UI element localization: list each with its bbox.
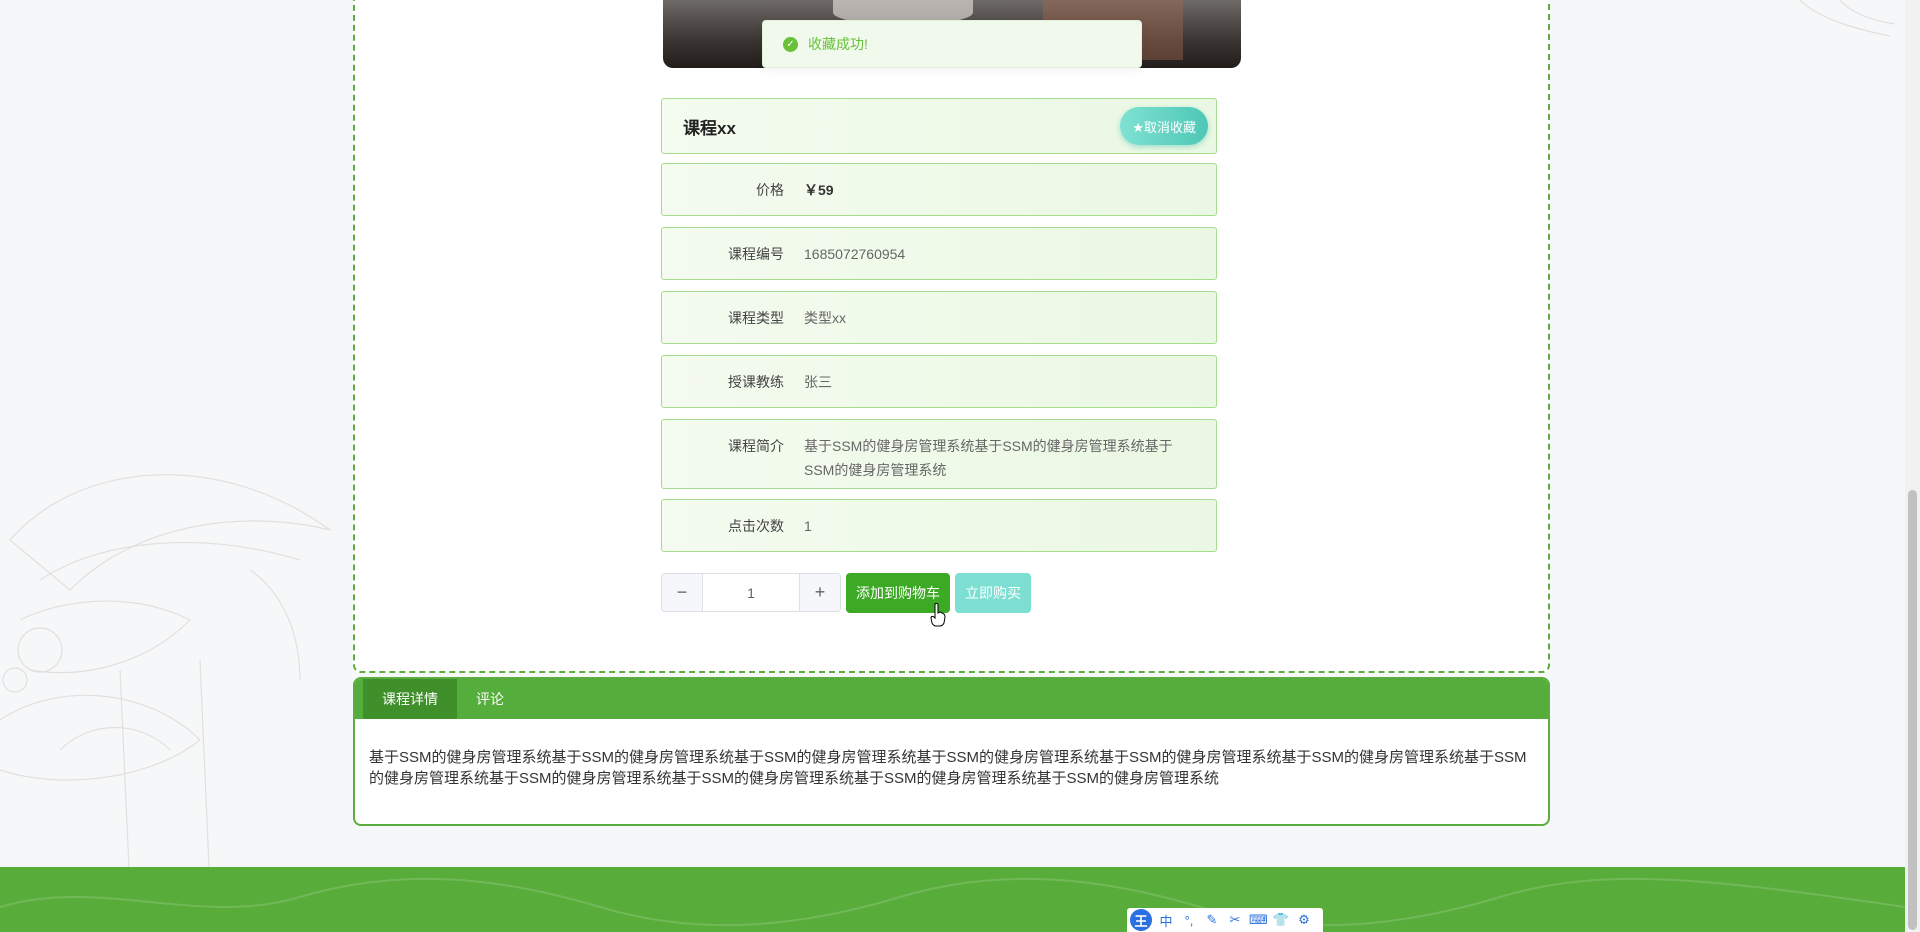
- field-row-coach: 授课教练 张三: [661, 355, 1217, 408]
- field-row-course-id: 课程编号 1685072760954: [661, 227, 1217, 280]
- ime-logo-icon[interactable]: 王: [1130, 909, 1152, 931]
- detail-content: 基于SSM的健身房管理系统基于SSM的健身房管理系统基于SSM的健身房管理系统基…: [369, 749, 1527, 787]
- quantity-increase-button[interactable]: +: [799, 574, 840, 611]
- quantity-input[interactable]: [703, 574, 799, 611]
- toast-message: 收藏成功!: [808, 36, 868, 52]
- tab-comments[interactable]: 评论: [457, 679, 523, 719]
- unfavorite-button[interactable]: ★取消收藏: [1120, 107, 1208, 145]
- hand-cursor-icon: [930, 603, 946, 627]
- check-circle-icon: ✓: [783, 36, 798, 52]
- field-value-course-type: 类型xx: [804, 309, 846, 326]
- detail-tabs: 课程详情 评论: [355, 679, 1548, 719]
- scrollbar-thumb[interactable]: [1908, 490, 1917, 930]
- ime-punctuation-icon[interactable]: °,: [1180, 913, 1198, 928]
- field-label: 点击次数: [728, 517, 784, 534]
- page-footer: [0, 867, 1905, 932]
- field-row-intro: 课程简介 基于SSM的健身房管理系统基于SSM的健身房管理系统基于SSM的健身房…: [661, 419, 1217, 489]
- field-value-clicks: 1: [804, 517, 812, 534]
- ime-settings-icon[interactable]: ⚙: [1295, 912, 1313, 928]
- ime-scissors-icon[interactable]: ✂: [1226, 912, 1244, 928]
- field-row-clicks: 点击次数 1: [661, 499, 1217, 552]
- field-value-price: ￥59: [804, 181, 834, 198]
- tab-course-detail[interactable]: 课程详情: [363, 679, 457, 719]
- ime-keyboard-icon[interactable]: ⌨: [1249, 912, 1268, 928]
- field-row-price: 价格 ￥59: [661, 163, 1217, 216]
- buy-now-button[interactable]: 立即购买: [955, 573, 1031, 613]
- success-toast: ✓ 收藏成功!: [762, 20, 1142, 68]
- field-value-intro: 基于SSM的健身房管理系统基于SSM的健身房管理系统基于SSM的健身房管理系统: [804, 438, 1173, 478]
- field-value-coach: 张三: [804, 373, 832, 390]
- ime-mode-toggle[interactable]: 中: [1157, 911, 1175, 930]
- course-title-row: 课程xx ★取消收藏: [661, 98, 1217, 154]
- ime-toolbar: 王 中 °, ✎ ✂ ⌨ 👕 ⚙: [1127, 908, 1323, 932]
- field-label: 课程简介: [728, 438, 784, 454]
- lotus-background-decoration: [0, 474, 331, 890]
- footer-pattern: [0, 877, 1905, 927]
- corner-decoration: [1799, 0, 1896, 37]
- ime-handwrite-icon[interactable]: ✎: [1203, 912, 1221, 928]
- field-label: 课程编号: [728, 245, 784, 262]
- field-row-course-type: 课程类型 类型xx: [661, 291, 1217, 344]
- course-detail-panel: 课程详情 评论 基于SSM的健身房管理系统基于SSM的健身房管理系统基于SSM的…: [353, 677, 1550, 826]
- course-title: 课程xx: [683, 118, 736, 138]
- ime-skin-icon[interactable]: 👕: [1272, 912, 1290, 928]
- field-label: 价格: [756, 181, 784, 198]
- field-label: 授课教练: [728, 373, 784, 390]
- field-value-course-id: 1685072760954: [804, 245, 906, 262]
- quantity-decrease-button[interactable]: −: [662, 574, 703, 611]
- field-label: 课程类型: [728, 309, 784, 326]
- page-scrollbar[interactable]: [1905, 0, 1920, 932]
- quantity-stepper: − +: [661, 573, 841, 612]
